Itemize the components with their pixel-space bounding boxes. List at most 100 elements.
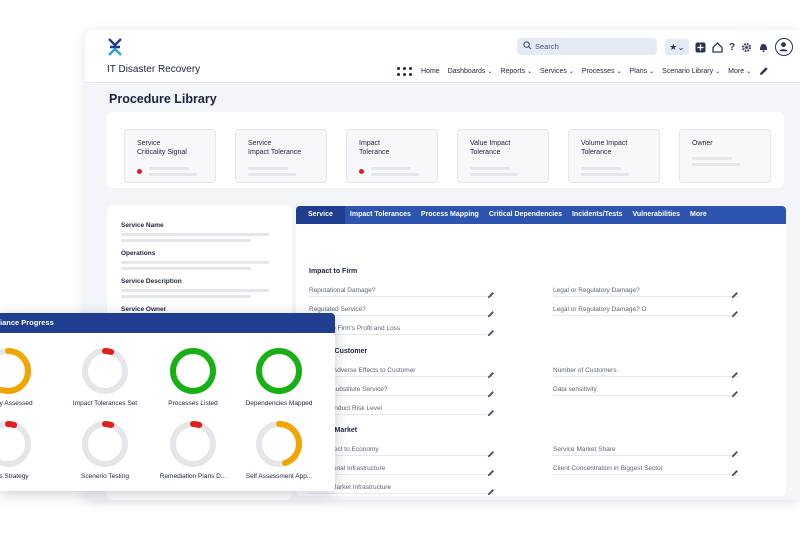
placeholder-bars (149, 167, 197, 179)
edit-pencil-icon[interactable] (487, 324, 495, 337)
progress-ring-fill (0, 348, 31, 394)
card-title-line2: Tolerance (470, 149, 501, 156)
card-owner[interactable]: Owner (679, 129, 771, 183)
edit-pencil-icon[interactable] (487, 445, 495, 458)
plus-box-icon[interactable] (695, 42, 706, 53)
edit-pencil-icon[interactable] (731, 286, 739, 299)
edit-pencil-icon[interactable] (487, 305, 495, 318)
chevron-down-icon: ⌄ (568, 68, 574, 75)
progress-ring-label: Remediation Plans D... (159, 473, 227, 480)
placeholder-bar (121, 233, 269, 236)
card-title-line1: Owner (692, 140, 713, 147)
nav-processes[interactable]: Processes ⌄ (582, 68, 622, 75)
nav-home[interactable]: Home (421, 68, 440, 75)
nav-more[interactable]: More ⌄ (728, 68, 751, 75)
card-title-line2: Criticality Signal (137, 149, 187, 156)
chevron-down-icon: ⌄ (616, 68, 622, 75)
operations-label: Operations (121, 250, 156, 257)
field-divider (309, 493, 494, 494)
favorites-button[interactable]: ★⌄ (665, 39, 689, 55)
edit-pencil-icon[interactable] (487, 366, 495, 379)
nav-scenario-library[interactable]: Scenario Library ⌄ (662, 68, 720, 75)
app-title: IT Disaster Recovery (107, 64, 201, 75)
field-divider (553, 296, 739, 297)
field-adverse-effects-customer: nt Adverse Effects to Customer (326, 367, 416, 374)
nav-dashboards[interactable]: Dashboards ⌄ (448, 68, 493, 75)
field-substitute-service: e Substitute Service? (326, 386, 388, 393)
tab-more[interactable]: More (685, 206, 712, 224)
progress-ring[interactable] (79, 418, 131, 470)
edit-pencil-icon[interactable] (487, 404, 495, 417)
summary-cards-panel: Service Criticality Signal Service Impac… (107, 112, 784, 188)
field-divider (309, 455, 494, 456)
placeholder-bar (121, 267, 251, 270)
progress-ring[interactable] (167, 345, 219, 397)
app-logo-icon[interactable] (107, 38, 123, 56)
field-client-concentration: Client Concentration in Biggest Sector (553, 465, 663, 472)
placeholder-bars (470, 167, 518, 179)
edit-pencil-icon[interactable] (759, 66, 769, 76)
edit-pencil-icon[interactable] (731, 366, 739, 379)
field-divider (309, 334, 494, 335)
progress-ring[interactable] (167, 418, 219, 470)
nav-plans[interactable]: Plans ⌄ (630, 68, 655, 75)
card-service-impact-tolerance[interactable]: Service Impact Tolerance (235, 129, 327, 183)
help-icon[interactable]: ? (729, 42, 735, 53)
placeholder-bar (121, 261, 269, 264)
progress-ring-track (0, 421, 31, 467)
card-value-impact-tolerance[interactable]: Value Impact Tolerance (457, 129, 549, 183)
card-title-line2: Impact Tolerance (248, 149, 302, 156)
field-legal-regulatory-damage-2: Legal or Regulatory Damage? O (553, 306, 647, 313)
edit-pencil-icon[interactable] (731, 385, 739, 398)
field-divider (309, 414, 494, 415)
placeholder-bar (121, 289, 269, 292)
progress-ring-label: Scenerio Testing (81, 473, 129, 480)
compliance-progress-title: iance Progress (0, 313, 335, 333)
chevron-down-icon: ⌄ (677, 42, 685, 52)
field-divider (309, 395, 494, 396)
progress-ring[interactable] (253, 345, 305, 397)
tab-process-mapping[interactable]: Process Mapping (416, 206, 484, 224)
card-title-line1: Impact (359, 140, 381, 147)
edit-pencil-icon[interactable] (731, 305, 739, 318)
card-title-line1: Volume Impact (581, 140, 628, 147)
placeholder-bar (121, 295, 251, 298)
field-divider (309, 474, 494, 475)
card-title-line1: Service (248, 140, 272, 147)
tab-incidents-tests[interactable]: Incidents/Tests (567, 206, 627, 224)
field-divider (309, 296, 494, 297)
edit-pencil-icon[interactable] (487, 464, 495, 477)
nav-reports[interactable]: Reports ⌄ (500, 68, 532, 75)
progress-ring-track (82, 421, 128, 467)
card-volume-impact-tolerance[interactable]: Volume Impact Tolerance (568, 129, 660, 183)
edit-pencil-icon[interactable] (731, 445, 739, 458)
progress-ring[interactable] (79, 345, 131, 397)
progress-ring[interactable] (0, 345, 34, 397)
home-icon[interactable] (712, 41, 723, 53)
field-service-market-share: Service Market Share (553, 446, 616, 453)
tab-vulnerabilities[interactable]: Vulnerabilities (627, 206, 685, 224)
progress-ring[interactable] (253, 418, 305, 470)
card-impact-tolerance[interactable]: Impact Tolerance (346, 129, 438, 183)
edit-pencil-icon[interactable] (487, 483, 495, 496)
search-input[interactable]: Search (517, 38, 657, 55)
tab-impact-tolerances[interactable]: Impact Tolerances (345, 206, 416, 224)
field-divider (553, 395, 739, 396)
gear-icon[interactable] (741, 42, 752, 53)
chevron-down-icon: ⌄ (526, 68, 533, 75)
tab-service[interactable]: Service (296, 206, 345, 224)
field-divider (553, 455, 739, 456)
edit-pencil-icon[interactable] (487, 385, 495, 398)
progress-ring[interactable] (0, 418, 34, 470)
edit-pencil-icon[interactable] (731, 464, 739, 477)
tab-critical-dependencies[interactable]: Critical Dependencies (484, 206, 567, 224)
bell-icon[interactable] (758, 42, 769, 53)
edit-pencil-icon[interactable] (487, 286, 495, 299)
progress-ring-label: Impact Tolerances Set (72, 400, 138, 407)
user-avatar-icon[interactable] (775, 38, 794, 56)
chevron-down-icon: ⌄ (715, 68, 721, 75)
progress-ring-fill (170, 348, 216, 394)
card-service-criticality[interactable]: Service Criticality Signal (124, 129, 216, 183)
nav-services[interactable]: Services ⌄ (540, 68, 574, 75)
app-grid-icon[interactable] (397, 66, 413, 76)
